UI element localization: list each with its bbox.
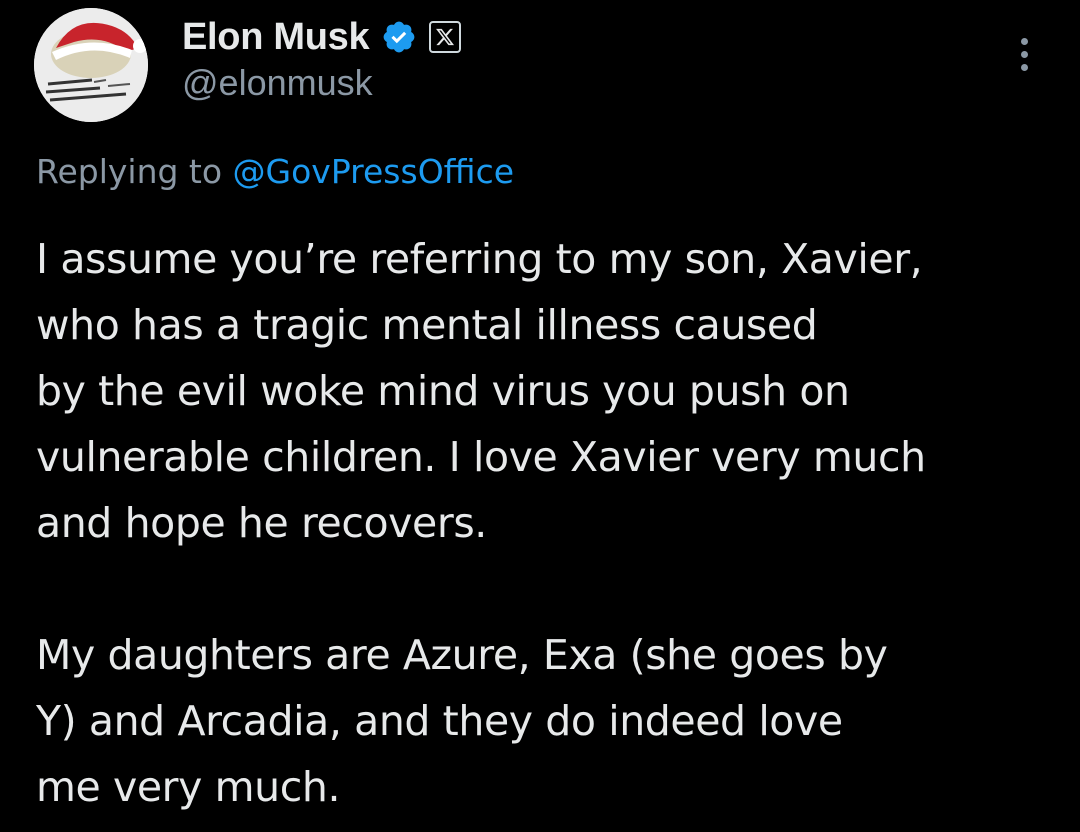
tweet-text: I assume you’re referring to my son, Xav… — [36, 226, 1066, 820]
tweet-paragraph-2: My daughters are Azure, Exa (she goes by… — [36, 622, 1066, 820]
tweet-line: by the evil woke mind virus you push on — [36, 367, 850, 415]
tweet-line: Y) and Arcadia, and they do indeed love — [36, 697, 843, 745]
tweet-line: My daughters are Azure, Exa (she goes by — [36, 631, 888, 679]
author-handle[interactable]: @elonmusk — [182, 62, 373, 104]
verified-badge-icon[interactable] — [381, 19, 417, 55]
replying-prefix: Replying to — [36, 152, 233, 191]
tweet-paragraph-1: I assume you’re referring to my son, Xav… — [36, 226, 1066, 556]
tweet-line: I assume you’re referring to my son, Xav… — [36, 235, 923, 283]
tweet-line: and hope he recovers. — [36, 499, 487, 547]
tweet-line: vulnerable children. I love Xavier very … — [36, 433, 926, 481]
author-name-row: Elon Musk — [182, 14, 462, 60]
replying-to: Replying to @GovPressOffice — [36, 152, 514, 191]
reply-mention-link[interactable]: @GovPressOffice — [233, 152, 514, 191]
x-logo-icon[interactable] — [429, 21, 462, 53]
more-dots-icon[interactable] — [1006, 36, 1042, 72]
avatar[interactable] — [34, 8, 148, 122]
tweet-line: who has a tragic mental illness caused — [36, 301, 818, 349]
author-display-name[interactable]: Elon Musk — [182, 16, 370, 59]
tweet-line: me very much. — [36, 763, 341, 811]
